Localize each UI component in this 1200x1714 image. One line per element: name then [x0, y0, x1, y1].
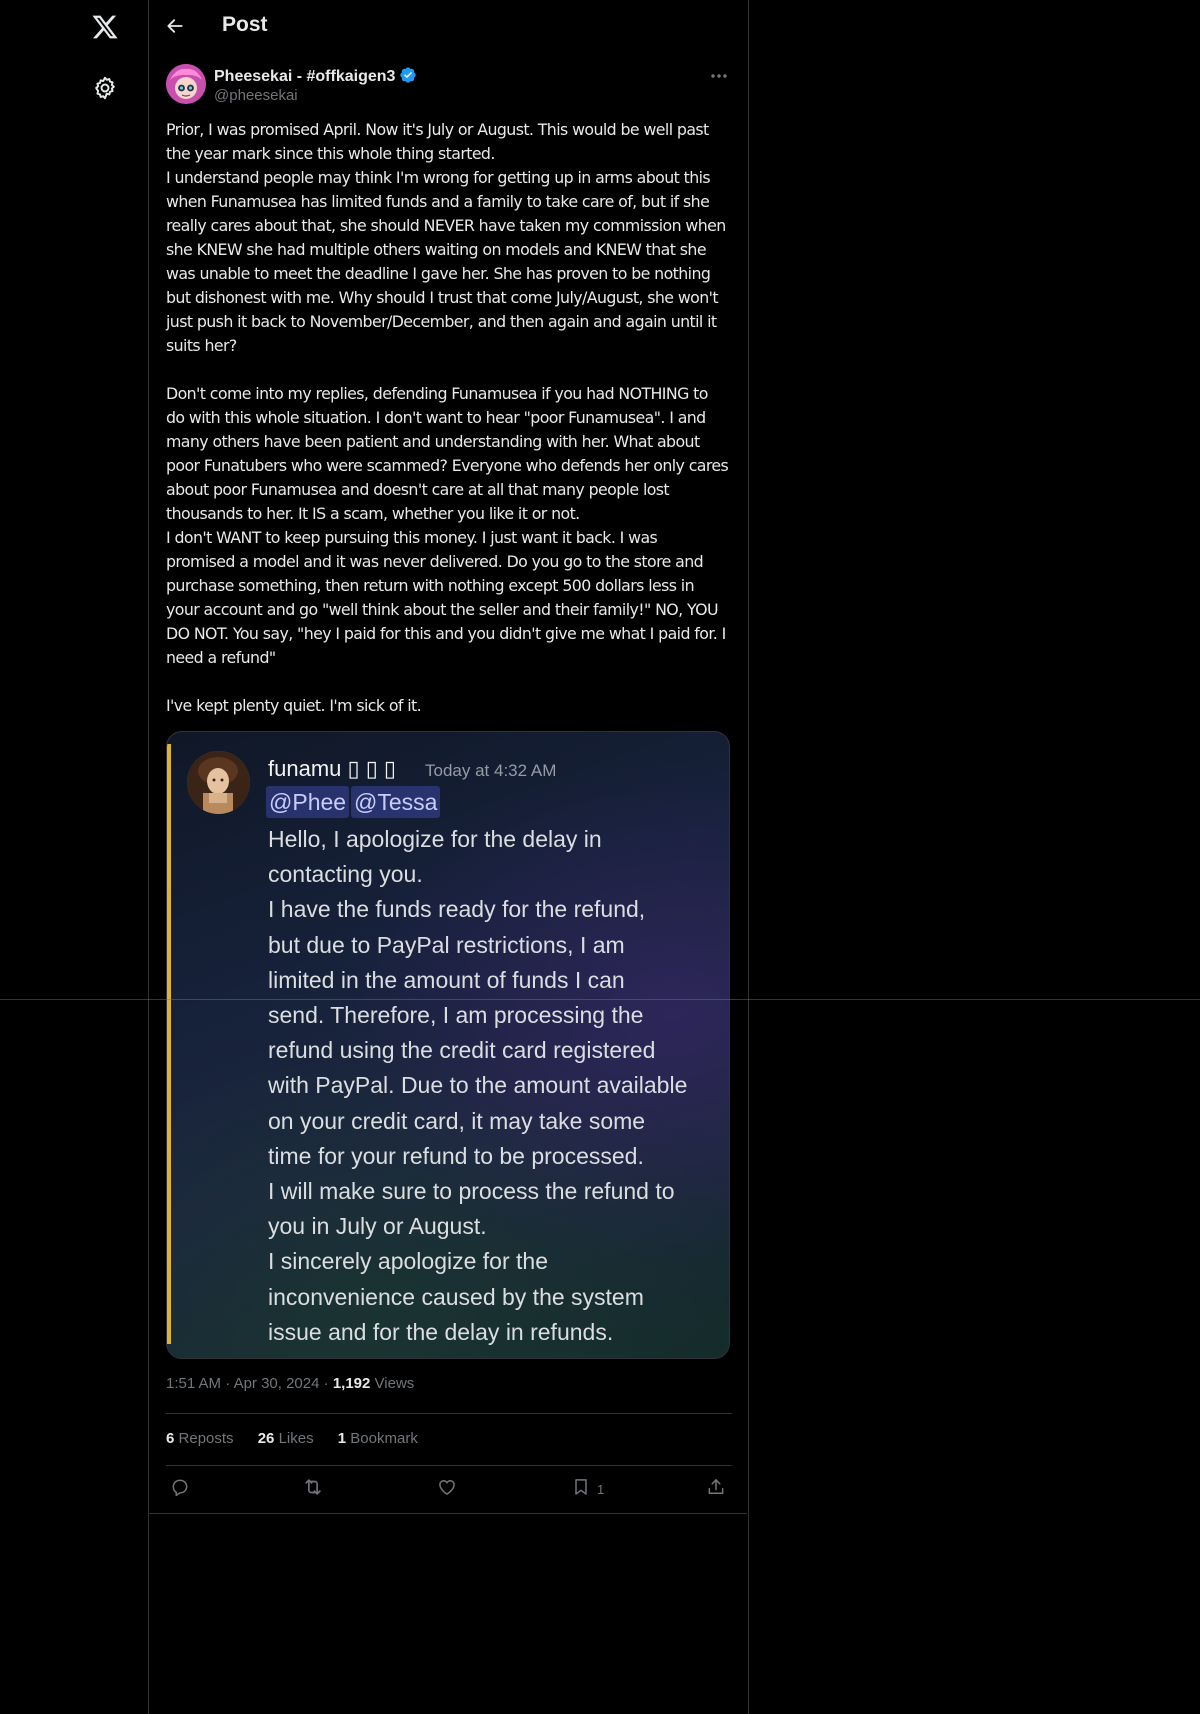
left-nav [0, 0, 149, 1714]
reposts-stat[interactable]: 6 Reposts [166, 1430, 234, 1447]
reply-icon [170, 1477, 190, 1502]
media-mention: @Phee [266, 786, 350, 818]
verified-badge-icon[interactable] [399, 66, 417, 89]
author-name-text: Pheesekai - #offkaigen3 [214, 68, 396, 85]
media-avatar [187, 751, 250, 814]
reposts-count: 6 [166, 1430, 175, 1447]
heart-icon [436, 1477, 458, 1502]
gear-icon[interactable] [91, 74, 119, 102]
bookmarks-label: Bookmark [350, 1430, 418, 1447]
meta-separator: · [225, 1375, 231, 1392]
bookmarks-stat[interactable]: 1 Bookmark [338, 1430, 418, 1447]
bookmarks-count: 1 [337, 1430, 347, 1447]
x-logo-icon[interactable] [90, 12, 120, 42]
repost-icon [301, 1476, 325, 1503]
main-column: Post Pheesekai - #offkaigen3 @pheesekai … [149, 0, 749, 1714]
repost-button[interactable] [301, 1475, 325, 1503]
post-header: Pheesekai - #offkaigen3 @pheesekai [166, 64, 730, 106]
media-accent-bar [167, 744, 171, 1344]
bookmark-button[interactable]: 1 [571, 1475, 604, 1503]
bookmark-icon [571, 1476, 591, 1503]
bookmark-count: 1 [597, 1481, 605, 1497]
reposts-label: Reposts [178, 1430, 234, 1447]
share-button[interactable] [706, 1475, 726, 1503]
divider [166, 1413, 732, 1414]
media-message: Hello, I apologize for the delay in cont… [268, 826, 688, 1345]
media-mention: @Tessa [351, 786, 441, 818]
more-options-icon[interactable] [708, 68, 730, 84]
meta-separator: · [323, 1375, 329, 1392]
post-meta: 1:51 AM · Apr 30, 2024 · 1,192 Views [166, 1375, 414, 1392]
author-handle[interactable]: @pheesekai [214, 87, 298, 104]
likes-count: 26 [257, 1430, 275, 1447]
views-label: Views [374, 1375, 415, 1392]
likes-stat[interactable]: 26 Likes [258, 1430, 314, 1447]
post-stats: 6 Reposts 26 Likes 1 Bookmark [166, 1430, 438, 1447]
page-title: Post [222, 13, 268, 36]
media-timestamp: Today at 4:32 AM [425, 761, 557, 780]
views-count: 1,192 [332, 1375, 371, 1392]
page-header: Post [149, 0, 747, 54]
author-display-name[interactable]: Pheesekai - #offkaigen3 [214, 66, 417, 89]
post-media-image[interactable]: funamu ▯ ▯ ▯ Today at 4:32 AM @Phee @Tes… [166, 731, 730, 1359]
post-date[interactable]: Apr 30, 2024 [234, 1375, 320, 1392]
divider [166, 1465, 732, 1466]
post-bottom-border [149, 1513, 747, 1514]
app-root: Post Pheesekai - #offkaigen3 @pheesekai … [0, 0, 1200, 1714]
media-username: funamu ▯ ▯ ▯ [268, 756, 397, 781]
post: Pheesekai - #offkaigen3 @pheesekai Prior… [166, 64, 730, 715]
avatar[interactable] [166, 64, 206, 104]
likes-label: Likes [278, 1430, 314, 1447]
share-icon [706, 1477, 726, 1502]
post-time[interactable]: 1:51 AM [166, 1375, 221, 1392]
like-button[interactable] [436, 1475, 458, 1503]
reply-button[interactable] [170, 1475, 190, 1503]
capture-seam-line [0, 999, 1200, 1000]
back-arrow-icon[interactable] [161, 12, 189, 40]
post-actions: 1 [166, 1475, 732, 1503]
post-text: Prior, I was promised April. Now it's Ju… [166, 120, 729, 715]
